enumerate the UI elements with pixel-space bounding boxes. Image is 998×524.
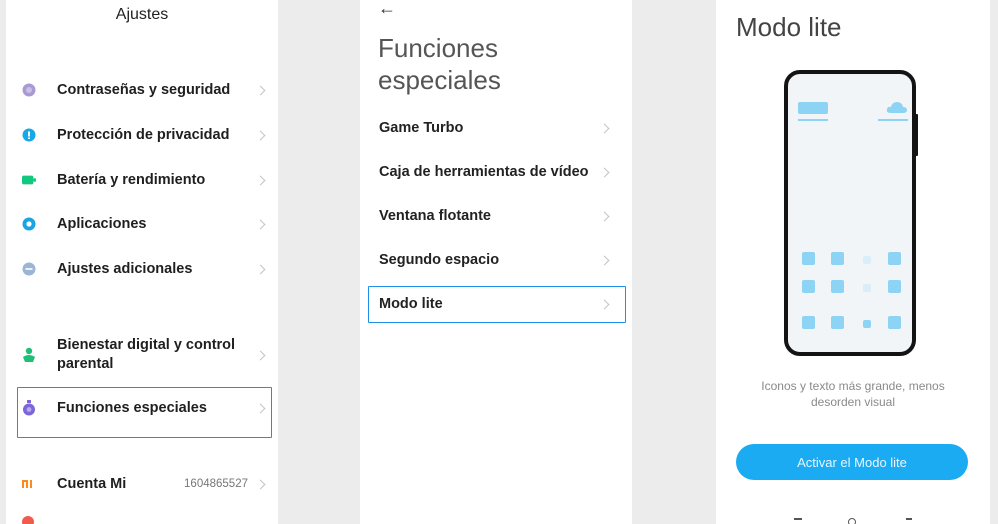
app-tile — [831, 316, 844, 329]
chevron-right-icon — [599, 255, 610, 265]
app-tile — [888, 252, 901, 265]
widget-underline — [798, 119, 828, 121]
menu-item-label: Ventana flotante — [379, 208, 491, 224]
menu-item-label: Game Turbo — [379, 120, 464, 136]
menu-item-label: Modo lite — [379, 296, 443, 312]
settings-title: Ajustes — [115, 6, 169, 23]
chevron-right-icon — [599, 299, 610, 309]
mi-account-id: 1604865527 — [184, 478, 248, 490]
privacy-icon — [22, 128, 36, 142]
app-tile — [863, 320, 871, 328]
settings-item-apps[interactable]: Aplicaciones — [6, 210, 278, 238]
chevron-right-icon — [255, 130, 266, 140]
settings-item-mi-account[interactable]: Cuenta Mi 1604865527 — [6, 470, 278, 498]
settings-item-label: Funciones especiales — [57, 399, 207, 416]
phone-side-button — [915, 114, 918, 156]
widget-block — [798, 102, 828, 114]
app-tile — [831, 280, 844, 293]
battery-icon — [22, 173, 36, 187]
settings-item-wellbeing[interactable]: Bienestar digital y control parental — [6, 336, 278, 374]
page-title: Modo lite — [736, 12, 842, 42]
special-features-icon — [22, 400, 36, 416]
lock-icon — [22, 83, 36, 97]
settings-item-label: Ajustes adicionales — [57, 260, 193, 277]
chevron-right-icon — [255, 479, 266, 489]
settings-screen: Ajustes Contraseñas y seguridad Protecci… — [6, 0, 278, 524]
app-tile — [802, 280, 815, 293]
settings-item-privacy[interactable]: Protección de privacidad — [6, 121, 278, 149]
chevron-right-icon — [255, 85, 266, 95]
settings-item-label: Contraseñas y seguridad — [57, 81, 231, 98]
settings-item-battery[interactable]: Batería y rendimiento — [6, 166, 278, 194]
special-features-screen: ← Funciones especiales Game Turbo Caja d… — [360, 0, 632, 524]
settings-item-additional[interactable]: Ajustes adicionales — [6, 255, 278, 283]
lite-mode-screen: Modo lite Iconos y texto más grande, men… — [716, 0, 990, 524]
mi-icon — [22, 477, 36, 491]
lite-mode-description: Iconos y texto más grande, menos desorde… — [761, 379, 945, 409]
phone-illustration — [784, 70, 916, 356]
app-tile — [802, 252, 815, 265]
settings-item-label: Protección de privacidad — [57, 126, 230, 143]
weather-underline — [878, 119, 908, 121]
chevron-right-icon — [255, 350, 266, 360]
settings-item-label: Batería y rendimiento — [57, 171, 206, 188]
chevron-right-icon — [255, 219, 266, 229]
chevron-right-icon — [599, 167, 610, 177]
cut-off-item-icon — [22, 516, 34, 524]
chevron-right-icon — [599, 211, 610, 221]
chevron-right-icon — [599, 123, 610, 133]
menu-item-lite-mode[interactable]: Modo lite — [360, 290, 632, 318]
chevron-right-icon — [255, 175, 266, 185]
page-title: Funciones especiales — [378, 33, 501, 95]
more-icon — [22, 262, 36, 276]
menu-item-game-turbo[interactable]: Game Turbo — [360, 114, 632, 142]
app-tile — [863, 284, 871, 292]
wellbeing-icon — [22, 347, 36, 362]
stage: Ajustes Contraseñas y seguridad Protecci… — [0, 0, 998, 524]
settings-item-special-features[interactable]: Funciones especiales — [6, 394, 278, 422]
nav-back-icon[interactable] — [906, 518, 912, 520]
app-tile — [831, 252, 844, 265]
app-tile — [888, 316, 901, 329]
settings-item-label: Aplicaciones — [57, 215, 147, 232]
back-arrow-icon[interactable]: ← — [378, 0, 396, 19]
navigation-bar — [716, 516, 990, 524]
settings-item-label: Cuenta Mi — [57, 475, 127, 492]
menu-item-label: Segundo espacio — [379, 252, 500, 268]
menu-item-label: Caja de herramientas de vídeo — [379, 164, 589, 180]
nav-menu-icon[interactable] — [794, 518, 802, 520]
apps-gear-icon — [22, 217, 36, 231]
nav-home-icon[interactable] — [848, 518, 856, 524]
menu-item-floating-window[interactable]: Ventana flotante — [360, 202, 632, 230]
activate-lite-mode-button[interactable]: Activar el Modo lite — [736, 444, 968, 480]
app-tile — [888, 280, 901, 293]
settings-item-passwords[interactable]: Contraseñas y seguridad — [6, 76, 278, 104]
app-tile — [802, 316, 815, 329]
chevron-right-icon — [255, 403, 266, 413]
cloud-icon — [886, 102, 907, 113]
app-tile — [863, 256, 871, 264]
chevron-right-icon — [255, 264, 266, 274]
settings-item-label: Bienestar digital y control parental — [57, 337, 236, 372]
menu-item-video-toolbox[interactable]: Caja de herramientas de vídeo — [360, 158, 632, 186]
menu-item-second-space[interactable]: Segundo espacio — [360, 246, 632, 274]
